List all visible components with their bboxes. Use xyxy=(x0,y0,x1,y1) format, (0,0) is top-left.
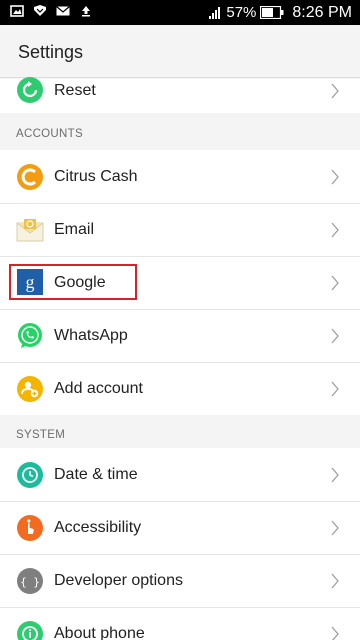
settings-item-label: Accessibility xyxy=(54,519,142,536)
email-icon xyxy=(16,219,44,242)
chevron-right-icon xyxy=(331,275,339,291)
settings-item-label: Date & time xyxy=(54,466,138,483)
settings-item-label: Add account xyxy=(54,380,143,397)
page-title: Settings xyxy=(18,42,84,62)
image-icon xyxy=(10,5,24,17)
developer-options-icon: { } xyxy=(17,568,43,594)
section-title: SYSTEM xyxy=(16,429,66,441)
settings-item-label: WhatsApp xyxy=(54,327,128,344)
add-account-icon xyxy=(17,376,43,402)
signal-icon xyxy=(209,6,221,19)
section-title: ACCOUNTS xyxy=(16,128,83,140)
settings-item-label: About phone xyxy=(54,625,145,640)
settings-item-email[interactable]: Email xyxy=(0,204,360,256)
settings-item-label: Email xyxy=(54,221,95,238)
settings-item-reset[interactable]: Reset xyxy=(0,77,360,113)
chevron-right-icon xyxy=(331,573,339,589)
settings-item-citrus-cash[interactable]: Citrus Cash xyxy=(0,150,360,203)
settings-item-whatsapp[interactable]: WhatsApp xyxy=(0,310,360,362)
settings-item-label: Developer options xyxy=(54,572,183,589)
status-bar: 57% 8:26 PM xyxy=(0,0,360,25)
chevron-right-icon xyxy=(331,520,339,536)
upload-icon xyxy=(82,6,90,17)
mail-icon xyxy=(56,6,70,16)
chevron-right-icon xyxy=(331,169,339,185)
section-header-system: SYSTEM xyxy=(0,415,360,451)
settings-item-about-phone[interactable]: About phone xyxy=(0,608,360,640)
battery-icon xyxy=(260,6,284,19)
settings-item-accessibility[interactable]: Accessibility xyxy=(0,502,360,554)
notification-icons xyxy=(10,4,93,18)
chevron-right-icon xyxy=(331,328,339,344)
chevron-right-icon xyxy=(331,626,339,640)
shield-icon xyxy=(34,5,46,16)
chevron-right-icon xyxy=(331,222,339,238)
settings-item-developer-options[interactable]: { } Developer options xyxy=(0,555,360,607)
chevron-right-icon xyxy=(331,83,339,99)
about-phone-icon xyxy=(17,621,43,640)
settings-item-add-account[interactable]: Add account xyxy=(0,363,360,415)
chevron-right-icon xyxy=(331,381,339,397)
settings-item-label: Reset xyxy=(54,82,96,99)
highlight-box xyxy=(9,264,137,300)
title-bar: Settings xyxy=(0,25,360,78)
clock-icon xyxy=(17,462,43,488)
settings-item-date-time[interactable]: Date & time xyxy=(0,448,360,501)
reset-icon xyxy=(17,77,43,103)
chevron-right-icon xyxy=(331,467,339,483)
section-header-accounts: ACCOUNTS xyxy=(0,114,360,150)
citrus-cash-icon xyxy=(17,164,43,190)
clock-time: 8:26 PM xyxy=(292,3,352,21)
battery-percent: 57% xyxy=(226,4,257,21)
settings-item-label: Citrus Cash xyxy=(54,168,138,185)
svg-text:{ }: { } xyxy=(20,576,40,589)
whatsapp-icon xyxy=(18,323,42,348)
accessibility-icon xyxy=(17,515,43,541)
